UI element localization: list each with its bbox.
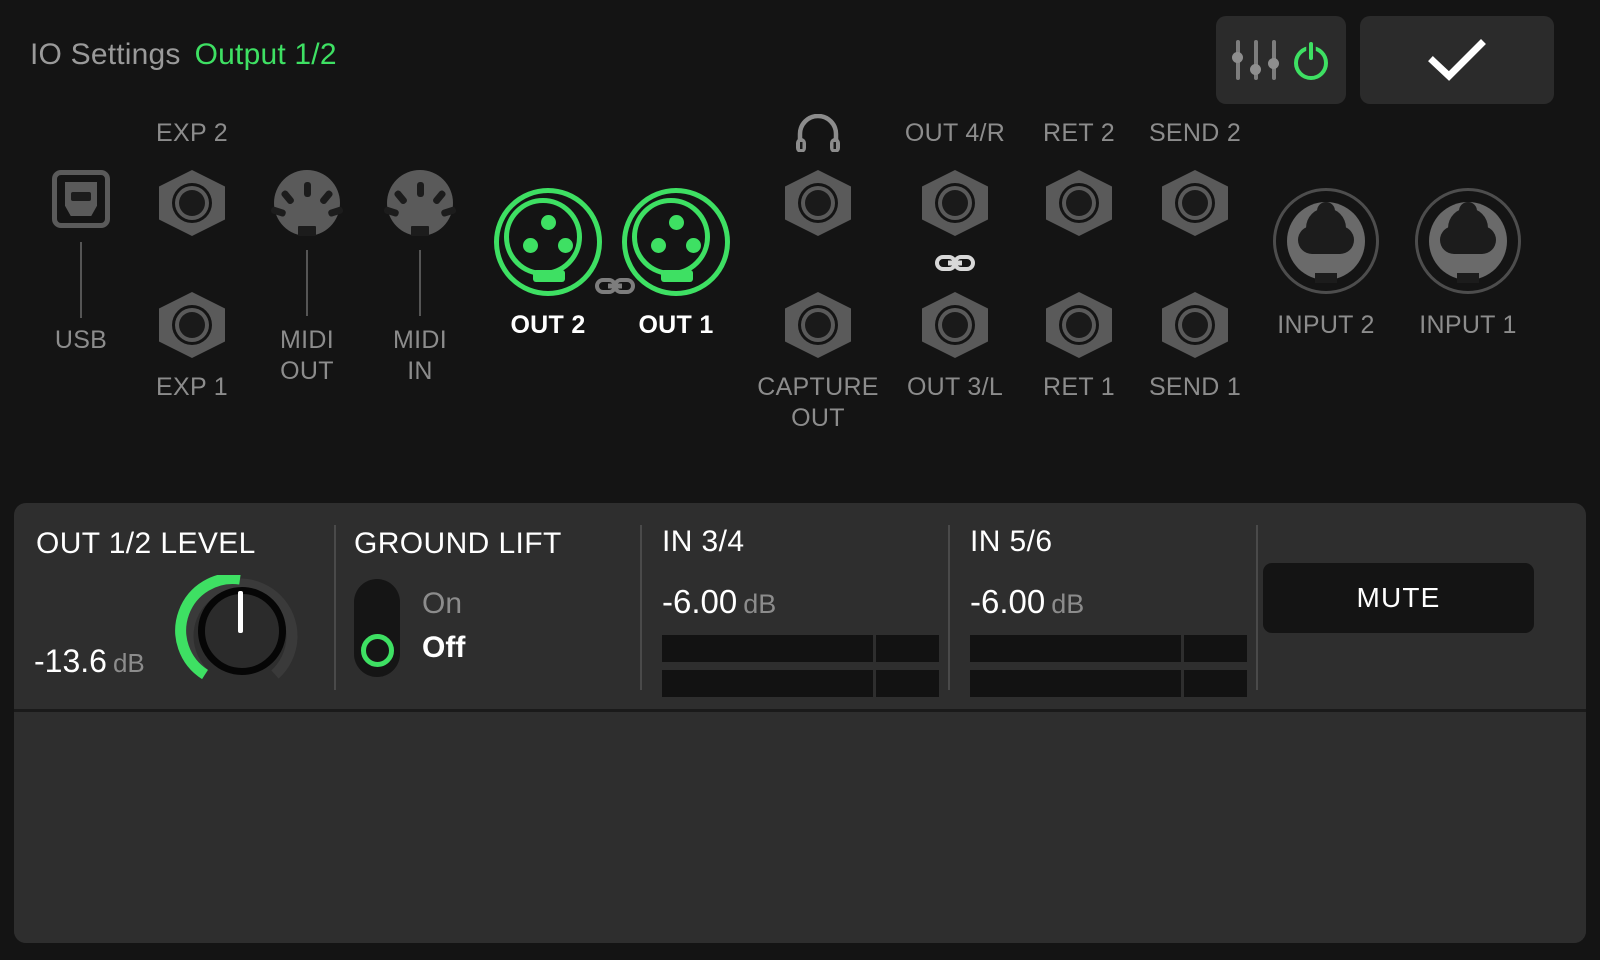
page-title: IO Settings Output 1/2 <box>30 38 337 72</box>
out-level-knob[interactable] <box>174 575 306 695</box>
ground-lift-toggle[interactable]: On Off <box>354 571 574 691</box>
connector-send1-label: SEND 1 <box>1100 372 1290 403</box>
usb-port-icon <box>52 170 110 228</box>
knob-pointer <box>238 591 243 633</box>
in56-value: -6.00dB <box>970 583 1084 621</box>
meter-in56: IN 5/6 -6.00dB <box>970 525 1250 695</box>
page-title-subtitle: Output 1/2 <box>195 38 337 72</box>
connector-out1-label: OUT 1 <box>601 310 751 341</box>
in34-meter-left <box>662 635 939 662</box>
in56-title: IN 5/6 <box>970 525 1052 559</box>
combo-jack-icon <box>1415 188 1521 294</box>
connector-ret2[interactable] <box>1046 170 1112 236</box>
connector-send2[interactable] <box>1162 170 1228 236</box>
connector-panel: USB EXP 2 EXP 1 <box>0 100 1600 490</box>
in34-value: -6.00dB <box>662 583 776 621</box>
controls-row: OUT 1/2 LEVEL -13.6dB GROUND LIFT <box>14 503 1586 709</box>
midi-din-icon <box>387 170 453 236</box>
connector-out3l[interactable] <box>922 292 988 358</box>
header-bar: IO Settings Output 1/2 <box>0 0 1600 110</box>
connector-out4r[interactable] <box>922 170 988 236</box>
xlr-jack-icon <box>622 188 730 296</box>
levels-power-button[interactable] <box>1216 16 1346 104</box>
connector-exp1[interactable] <box>159 292 225 358</box>
midi-din-icon <box>274 170 340 236</box>
meter-in34: IN 3/4 -6.00dB <box>662 525 942 695</box>
connector-headphones[interactable] <box>785 170 851 236</box>
in34-title: IN 3/4 <box>662 525 744 559</box>
page-title-main: IO Settings <box>30 38 181 72</box>
ground-lift-on-label[interactable]: On <box>422 587 462 621</box>
connector-exp2[interactable] <box>159 170 225 236</box>
check-icon <box>1427 39 1487 81</box>
headphones-icon <box>794 114 842 157</box>
connector-send1[interactable] <box>1162 292 1228 358</box>
out-level-value: -13.6dB <box>34 643 145 680</box>
mute-button-label: MUTE <box>1356 582 1440 614</box>
confirm-button[interactable] <box>1360 16 1554 104</box>
io-settings-screen: IO Settings Output 1/2 <box>0 0 1600 960</box>
out-level-title: OUT 1/2 LEVEL <box>36 527 256 561</box>
connector-send2-label: SEND 2 <box>1100 118 1290 149</box>
in56-meter-right <box>970 670 1247 697</box>
in34-meter-right <box>662 670 939 697</box>
power-icon <box>1294 41 1332 79</box>
empty-content-area <box>14 712 1586 943</box>
connector-capture-out[interactable] <box>785 292 851 358</box>
toggle-knob[interactable] <box>361 634 394 667</box>
mute-button[interactable]: MUTE <box>1263 563 1534 633</box>
connector-input1-label: INPUT 1 <box>1373 310 1563 341</box>
controls-panel: OUT 1/2 LEVEL -13.6dB GROUND LIFT <box>14 503 1586 943</box>
connector-exp2-label: EXP 2 <box>122 118 262 149</box>
ground-lift-off-label[interactable]: Off <box>422 631 465 665</box>
combo-jack-icon <box>1273 188 1379 294</box>
ground-lift-title: GROUND LIFT <box>354 527 562 561</box>
sliders-icon <box>1230 36 1284 84</box>
xlr-jack-icon <box>494 188 602 296</box>
connector-ret1[interactable] <box>1046 292 1112 358</box>
in56-meter-left <box>970 635 1247 662</box>
connector-usb-label: USB <box>16 325 146 356</box>
out34-link-icon[interactable] <box>935 252 975 274</box>
